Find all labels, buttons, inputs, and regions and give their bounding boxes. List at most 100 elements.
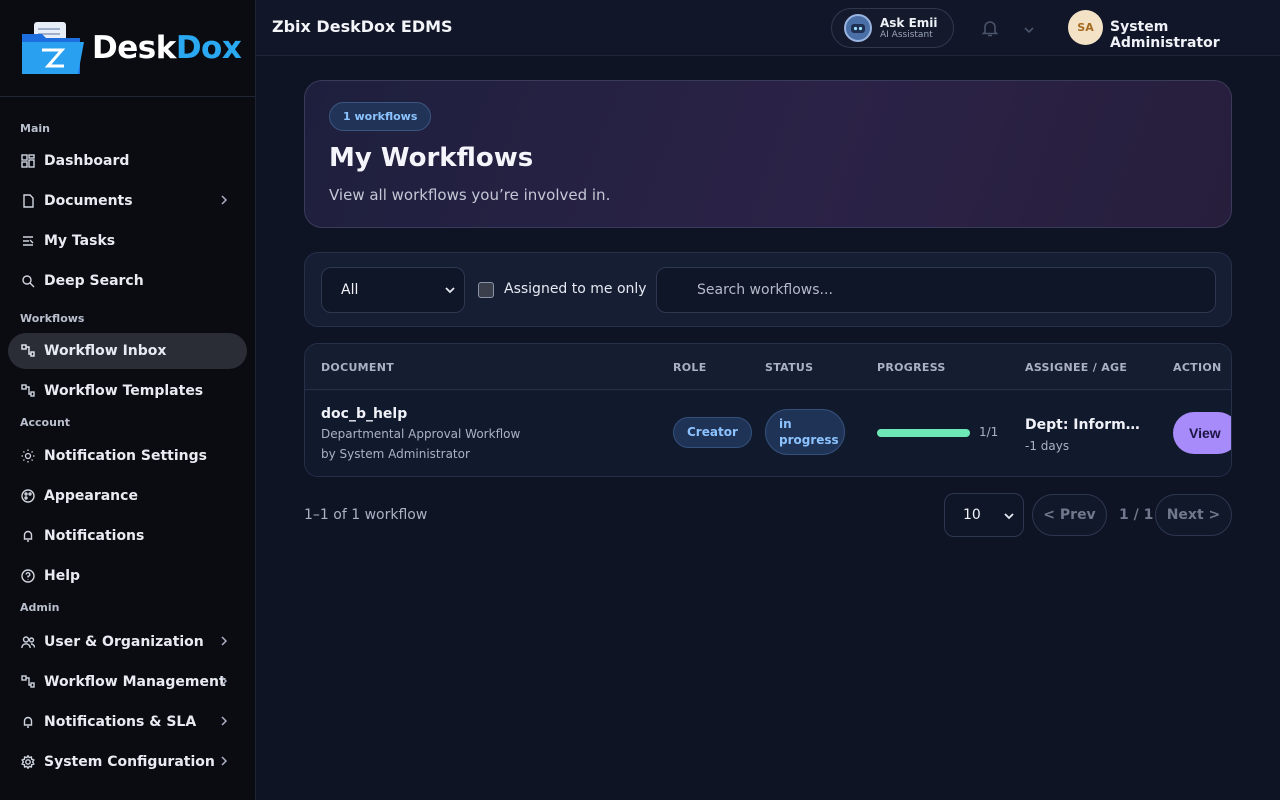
sidebar-item-label: Appearance (44, 488, 138, 504)
workflows-table: DOCUMENT ROLE STATUS PROGRESS ASSIGNEE /… (304, 343, 1232, 477)
sidebar-item-dashboard[interactable]: Dashboard (0, 141, 255, 181)
brand-name-part1: Desk (92, 30, 176, 66)
chevron-down-icon (444, 284, 456, 296)
status-line-1: in (779, 417, 792, 431)
sidebar-item-user-organization[interactable]: User & Organization (0, 622, 255, 662)
next-page-button[interactable]: Next > (1155, 494, 1232, 536)
sidebar-item-documents[interactable]: Documents (0, 181, 255, 221)
age: -1 days (1025, 439, 1070, 453)
chevron-right-icon (217, 714, 231, 728)
palette-icon (20, 488, 36, 504)
column-header-document: DOCUMENT (321, 361, 395, 374)
status-badge: in progress (765, 409, 845, 455)
search-icon (20, 273, 36, 289)
deskdox-logo-icon (20, 20, 86, 76)
chevron-down-icon (1003, 510, 1015, 522)
status-line-2: progress (779, 433, 839, 447)
bell-icon (20, 714, 36, 730)
sidebar-item-appearance[interactable]: Appearance (0, 476, 255, 516)
search-field[interactable] (656, 267, 1216, 313)
column-header-progress: PROGRESS (877, 361, 946, 374)
progress-bar (877, 429, 970, 437)
sidebar-item-label: Notification Settings (44, 448, 207, 464)
brand-name: DeskDox (92, 30, 242, 66)
dashboard-icon (20, 153, 36, 169)
sidebar-item-label: My Tasks (44, 233, 116, 249)
assigned-to-me-checkbox[interactable] (478, 282, 494, 298)
sun-icon (20, 448, 36, 464)
workflow-name: Departmental Approval Workflow (321, 427, 521, 441)
nav-section-admin: Admin (20, 601, 60, 614)
ask-emii-subtitle: AI Assistant (880, 29, 933, 40)
nav-section-account: Account (20, 416, 71, 429)
sidebar-item-label: Dashboard (44, 153, 130, 169)
column-header-action: ACTION (1173, 361, 1222, 374)
filter-select[interactable]: All (321, 267, 465, 313)
table-row[interactable]: doc_b_help Departmental Approval Workflo… (305, 391, 1231, 476)
hero-card: 1 workflows My Workflows View all workfl… (304, 80, 1232, 228)
chevron-right-icon (217, 193, 231, 207)
ask-emii-button[interactable]: Ask Emii AI Assistant (831, 8, 954, 48)
brand-name-part2: Dox (175, 30, 242, 66)
sidebar-item-help[interactable]: Help (0, 556, 255, 596)
sidebar-item-deep-search[interactable]: Deep Search (0, 261, 255, 301)
sidebar-item-label: User & Organization (44, 634, 204, 650)
sidebar-item-label: Workflow Inbox (44, 343, 167, 359)
app-title: Zbix DeskDox EDMS (272, 17, 453, 36)
sidebar-item-label: Workflow Management (44, 674, 226, 690)
sidebar-item-label: Deep Search (44, 273, 144, 289)
role-badge: Creator (673, 417, 752, 448)
sidebar-item-workflow-inbox[interactable]: Workflow Inbox (8, 333, 247, 369)
tasks-icon (20, 233, 36, 249)
gear-icon (20, 754, 36, 770)
logo-area[interactable]: DeskDox (0, 0, 255, 97)
bell-icon[interactable] (980, 18, 1000, 38)
workflow-creator: by System Administrator (321, 447, 470, 461)
nav-section-workflows: Workflows (20, 312, 85, 325)
page-indicator: 1 / 1 (1119, 507, 1154, 523)
prev-page-button[interactable]: < Prev (1032, 494, 1107, 536)
user-name[interactable]: System Administrator (1110, 19, 1280, 51)
pagination-summary: 1–1 of 1 workflow (304, 507, 428, 523)
sidebar-item-label: Notifications & SLA (44, 714, 197, 730)
search-input[interactable] (657, 268, 1215, 312)
ask-emii-label: Ask Emii (880, 15, 938, 30)
sidebar-item-system-configuration[interactable]: System Configuration (0, 742, 255, 782)
workflow-count-badge: 1 workflows (329, 102, 432, 131)
robot-icon (844, 14, 872, 42)
column-header-role: ROLE (673, 361, 707, 374)
nav-section-main: Main (20, 122, 50, 135)
help-icon (20, 568, 36, 584)
document-icon (20, 193, 36, 209)
filter-select-value: All (341, 282, 359, 298)
sidebar-item-label: Notifications (44, 528, 145, 544)
sidebar-item-label: System Configuration (44, 754, 215, 770)
page-title: My Workflows (329, 143, 534, 173)
avatar[interactable]: SA (1068, 10, 1103, 45)
sidebar-item-label: Workflow Templates (44, 383, 204, 399)
filter-bar: All Assigned to me only (304, 252, 1232, 327)
sidebar-item-notification-settings[interactable]: Notification Settings (0, 436, 255, 476)
per-page-select[interactable]: 10 (944, 493, 1024, 537)
workflow-icon (20, 383, 36, 399)
sidebar-item-workflow-management[interactable]: Workflow Management (0, 662, 255, 702)
chevron-right-icon (217, 754, 231, 768)
chevron-right-icon (217, 634, 231, 648)
sidebar-item-notifications-sla[interactable]: Notifications & SLA (0, 702, 255, 742)
table-header: DOCUMENT ROLE STATUS PROGRESS ASSIGNEE /… (305, 344, 1231, 390)
column-header-assignee-age: ASSIGNEE / AGE (1025, 361, 1128, 374)
sidebar-item-label: Help (44, 568, 81, 584)
progress-text: 1/1 (979, 425, 999, 439)
assigned-to-me-label[interactable]: Assigned to me only (504, 281, 647, 297)
view-button[interactable]: View (1173, 412, 1231, 454)
bell-icon (20, 528, 36, 544)
sidebar-item-workflow-templates[interactable]: Workflow Templates (0, 371, 255, 411)
sidebar-item-my-tasks[interactable]: My Tasks (0, 221, 255, 261)
page-subtitle: View all workflows you’re involved in. (329, 186, 611, 204)
workflow-icon (20, 674, 36, 690)
document-name[interactable]: doc_b_help (321, 406, 407, 422)
sidebar-item-notifications[interactable]: Notifications (0, 516, 255, 556)
chevron-down-icon[interactable] (1023, 21, 1035, 34)
column-header-status: STATUS (765, 361, 814, 374)
top-header: Zbix DeskDox EDMS Ask Emii AI Assistant … (256, 0, 1280, 56)
